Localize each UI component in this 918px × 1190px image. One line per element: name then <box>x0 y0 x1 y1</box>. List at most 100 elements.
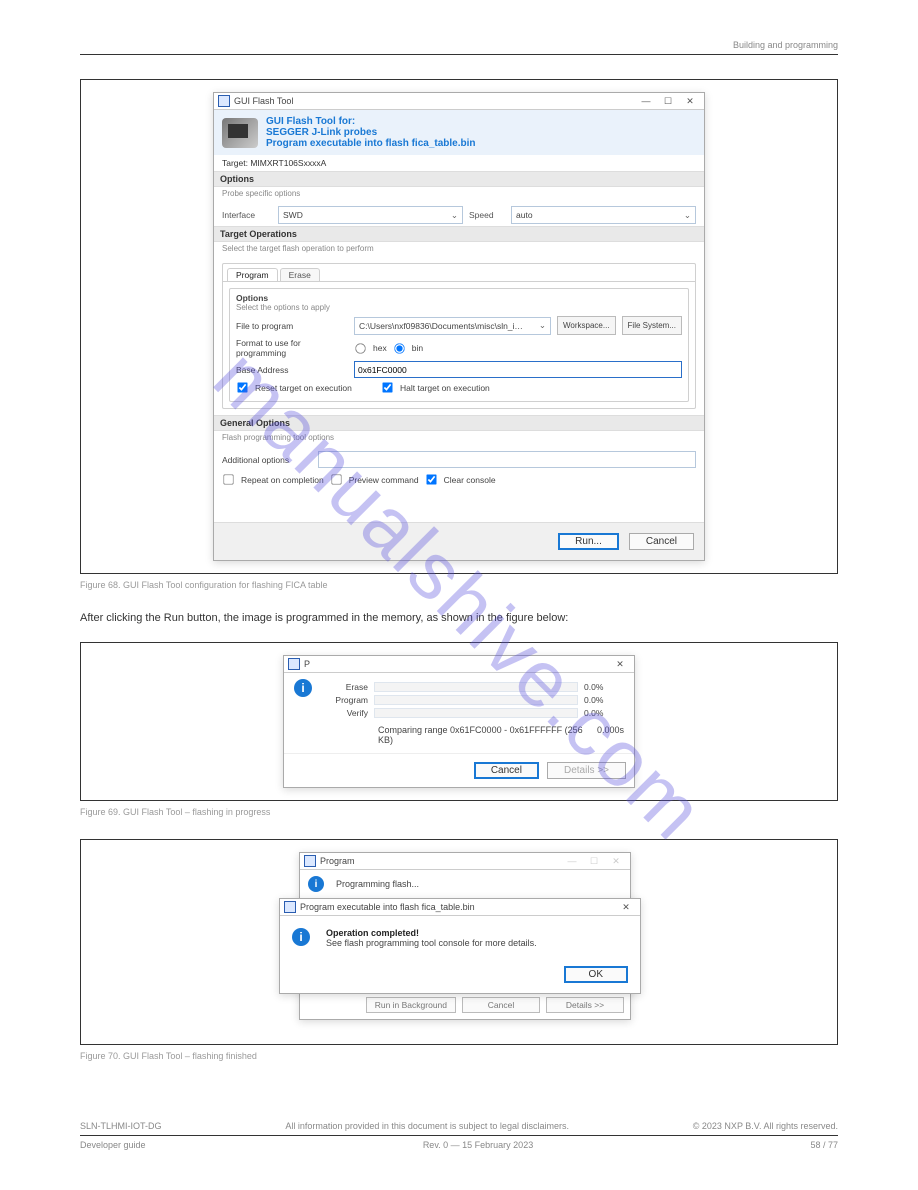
verify-progress <box>374 708 578 718</box>
base-address-label: Base Address <box>236 365 348 375</box>
close-button[interactable]: ✕ <box>684 96 696 107</box>
preview-label: Preview command <box>349 475 419 485</box>
section-targetops: Target Operations <box>214 226 704 242</box>
back-title: Program <box>320 856 355 866</box>
window-title: GUI Flash Tool <box>234 96 293 106</box>
figure-68-frame: GUI Flash Tool — ☐ ✕ GUI Flash Tool for:… <box>80 79 838 574</box>
info-icon: i <box>292 928 310 946</box>
halt-checkbox[interactable] <box>382 382 392 392</box>
minimize-button[interactable]: — <box>566 856 578 867</box>
figure-69-caption: Figure 69. GUI Flash Tool – flashing in … <box>80 807 838 817</box>
details-button[interactable]: Details >> <box>547 762 626 779</box>
progress-title: P <box>304 659 310 669</box>
reset-label: Reset target on execution <box>255 383 375 393</box>
figure-70-frame: Program — ☐ ✕ i Programming flash... Run… <box>80 839 838 1045</box>
footer-copyright: © 2023 NXP B.V. All rights reserved. <box>693 1121 838 1131</box>
program-percent: 0.0% <box>584 695 624 705</box>
addopts-input[interactable] <box>318 451 696 468</box>
chip-icon <box>222 118 258 148</box>
erase-progress <box>374 682 578 692</box>
titlebar: GUI Flash Tool — ☐ ✕ <box>214 93 704 110</box>
progress-window: P ✕ i Erase 0.0% Progra <box>283 655 635 788</box>
header-line2: SEGGER J-Link probes <box>266 127 476 138</box>
header-line3: Program executable into flash fica_table… <box>266 138 476 149</box>
app-icon <box>288 658 300 670</box>
chevron-down-icon: ⌄ <box>451 210 458 221</box>
app-icon <box>304 855 316 867</box>
run-button[interactable]: Run... <box>558 533 619 550</box>
run-background-button[interactable]: Run in Background <box>366 997 456 1013</box>
ok-button[interactable]: OK <box>564 966 628 983</box>
program-label: Program <box>318 695 368 705</box>
footer-page: 58 / 77 <box>810 1140 838 1150</box>
minimize-button[interactable]: — <box>640 96 652 107</box>
repeat-label: Repeat on completion <box>241 475 324 485</box>
close-button[interactable]: ✕ <box>620 902 632 913</box>
file-label: File to program <box>236 321 348 331</box>
status-text: Comparing range 0x61FC0000 - 0x61FFFFFF … <box>378 725 597 745</box>
close-button[interactable]: ✕ <box>610 856 622 867</box>
target-line: Target: MIMXRT106SxxxxA <box>214 155 704 171</box>
clear-checkbox[interactable] <box>426 474 436 484</box>
format-bin-text: bin <box>412 343 423 353</box>
format-label: Format to use for programming <box>236 338 348 358</box>
interface-value: SWD <box>283 210 303 220</box>
figure-69-frame: P ✕ i Erase 0.0% Progra <box>80 642 838 801</box>
preview-checkbox[interactable] <box>331 474 341 484</box>
options-sub: Select the options to apply <box>236 303 682 312</box>
interface-label: Interface <box>222 210 272 220</box>
info-icon: i <box>308 876 324 892</box>
footer-left: Developer guide <box>80 1140 146 1150</box>
completion-line2: See flash programming tool console for m… <box>326 938 537 948</box>
header-divider <box>80 54 838 55</box>
header-band: GUI Flash Tool for: SEGGER J-Link probes… <box>214 110 704 155</box>
section-options: Options <box>214 171 704 187</box>
program-progress <box>374 695 578 705</box>
completion-line1: Operation completed! <box>326 928 419 938</box>
section-general-sub: Flash programming tool options <box>214 431 704 448</box>
format-bin-radio[interactable] <box>394 343 404 353</box>
speed-select[interactable]: auto ⌄ <box>511 206 696 224</box>
app-icon <box>284 901 296 913</box>
file-value: C:\Users\nxf09836\Documents\misc\sln_imx… <box>359 321 529 331</box>
header-line1: GUI Flash Tool for: <box>266 116 355 127</box>
halt-label: Halt target on execution <box>400 383 490 393</box>
figure-68-caption: Figure 68. GUI Flash Tool configuration … <box>80 580 838 590</box>
reset-checkbox[interactable] <box>237 382 247 392</box>
summary-text: After clicking the Run button, the image… <box>80 612 838 624</box>
cancel-button[interactable]: Cancel <box>629 533 694 550</box>
figure-70-caption: Figure 70. GUI Flash Tool – flashing fin… <box>80 1051 838 1061</box>
workspace-button[interactable]: Workspace... <box>557 316 616 335</box>
section-general: General Options <box>214 415 704 431</box>
interface-select[interactable]: SWD ⌄ <box>278 206 463 224</box>
verify-percent: 0.0% <box>584 708 624 718</box>
details-button[interactable]: Details >> <box>546 997 624 1013</box>
cancel-button[interactable]: Cancel <box>474 762 539 779</box>
status-time: 0.000s <box>597 725 624 745</box>
chevron-down-icon: ⌄ <box>684 210 691 221</box>
maximize-button[interactable]: ☐ <box>662 96 674 107</box>
format-hex-radio[interactable] <box>355 343 365 353</box>
speed-value: auto <box>516 210 533 220</box>
tab-program[interactable]: Program <box>227 268 278 281</box>
options-title: Options <box>236 293 682 303</box>
page-section-title: Building and programming <box>80 40 838 50</box>
base-address-input[interactable] <box>354 361 682 378</box>
footer-revision: Rev. 0 — 15 February 2023 <box>423 1140 533 1150</box>
info-icon: i <box>294 679 312 697</box>
section-options-sub: Probe specific options <box>214 187 704 204</box>
footer-note: All information provided in this documen… <box>285 1121 569 1131</box>
app-icon <box>218 95 230 107</box>
file-system-button[interactable]: File System... <box>622 316 682 335</box>
chevron-down-icon: ⌄ <box>539 320 546 331</box>
maximize-button[interactable]: ☐ <box>588 856 600 867</box>
cancel-button[interactable]: Cancel <box>462 997 540 1013</box>
speed-label: Speed <box>469 210 505 220</box>
file-select[interactable]: C:\Users\nxf09836\Documents\misc\sln_imx… <box>354 317 551 335</box>
back-subtitle: Programming flash... <box>336 879 419 889</box>
tab-erase[interactable]: Erase <box>280 268 320 281</box>
clear-label: Clear console <box>444 475 496 485</box>
repeat-checkbox[interactable] <box>223 474 233 484</box>
close-button[interactable]: ✕ <box>614 659 626 670</box>
gui-flash-window: GUI Flash Tool — ☐ ✕ GUI Flash Tool for:… <box>213 92 705 561</box>
